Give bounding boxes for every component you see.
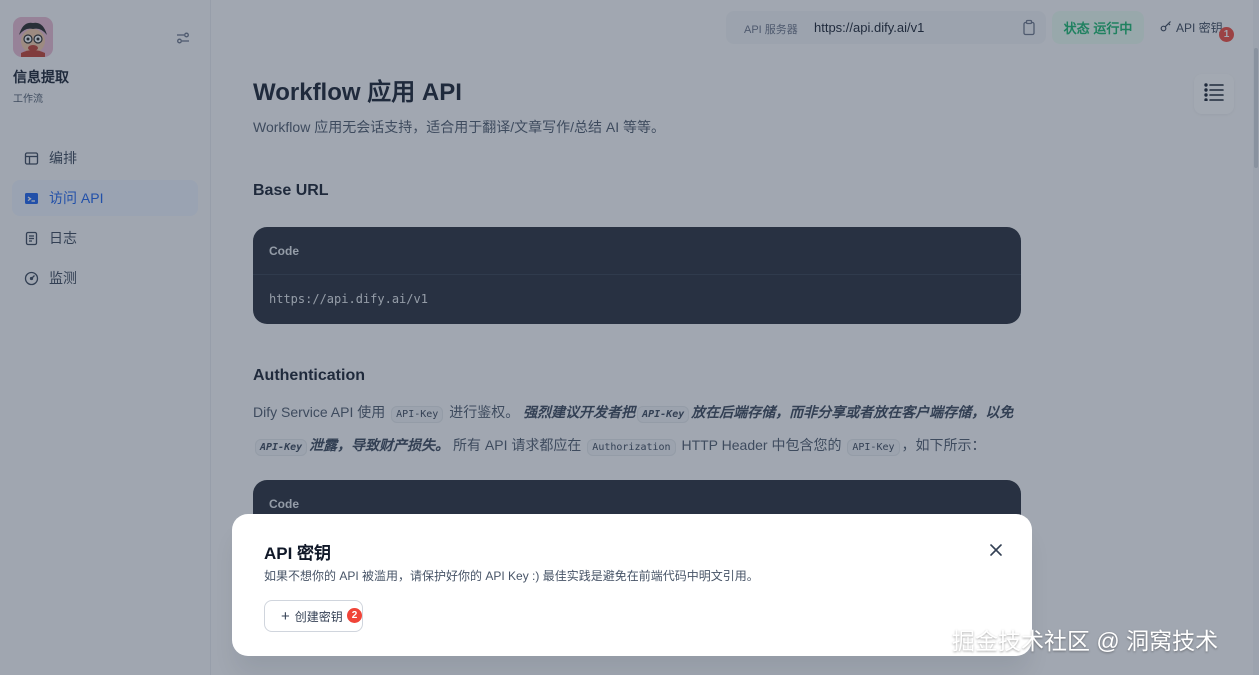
watermark: 掘金技术社区 @ 洞窝技术 xyxy=(952,628,1219,654)
api-key-modal: API 密钥 如果不想你的 API 被滥用，请保护好你的 API Key :) … xyxy=(232,514,1032,656)
step-badge: 2 xyxy=(347,608,362,623)
plus-icon: + xyxy=(281,607,290,625)
modal-title: API 密钥 xyxy=(264,544,332,563)
create-key-label: 创建密钥 xyxy=(294,609,343,624)
close-icon[interactable] xyxy=(986,540,1006,560)
modal-description: 如果不想你的 API 被滥用，请保护好你的 API Key :) 最佳实践是避免… xyxy=(264,569,759,583)
